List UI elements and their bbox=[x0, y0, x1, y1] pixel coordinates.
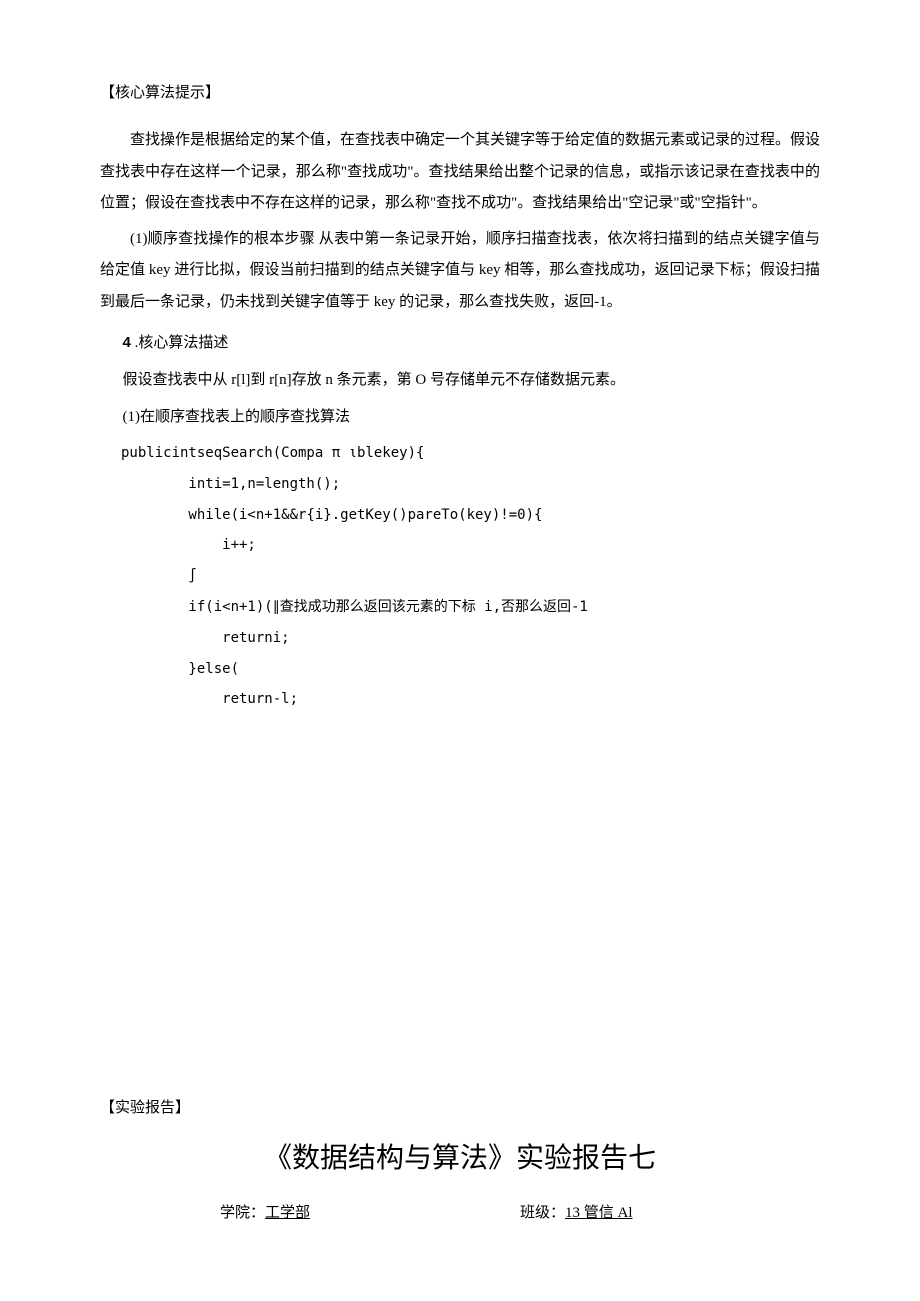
heading-number: 4 bbox=[123, 334, 131, 351]
assumption-text: 假设查找表中从 r[l]到 r[n]存放 n 条元素，第 O 号存储单元不存储数… bbox=[100, 364, 820, 397]
core-hint-heading: 【核心算法提示】 bbox=[100, 80, 820, 107]
code-line: returni; bbox=[121, 623, 820, 654]
code-line: if(i<n+1)(∥查找成功那么返回该元素的下标 i,否那么返回-1 bbox=[121, 592, 820, 623]
college-label: 学院： bbox=[220, 1200, 265, 1227]
report-title: 《数据结构与算法》实验报告七 bbox=[100, 1136, 820, 1176]
report-heading: 【实验报告】 bbox=[100, 1095, 820, 1122]
subitem-1: (1)在顺序查找表上的顺序查找算法 bbox=[100, 401, 820, 434]
paragraph-1: 查找操作是根据给定的某个值，在查找表中确定一个其关键字等于给定值的数据元素或记录… bbox=[100, 125, 820, 220]
code-line: ∫ bbox=[121, 561, 820, 592]
code-line: return-l; bbox=[121, 684, 820, 715]
core-algo-heading: 4 .核心算法描述 bbox=[100, 326, 820, 360]
code-block: publicintseqSearch(Compa π ιblekey){ int… bbox=[121, 438, 820, 715]
heading-text: .核心算法描述 bbox=[131, 335, 229, 351]
class-field: 班级：13 管信 Al bbox=[520, 1200, 633, 1227]
vertical-gap bbox=[100, 715, 820, 1095]
college-value: 工学部 bbox=[265, 1200, 310, 1227]
code-line: while(i<n+1&&r{i}.getKey()pareTo(key)!=0… bbox=[121, 500, 820, 531]
college-field: 学院：工学部 bbox=[220, 1200, 520, 1227]
info-row: 学院：工学部 班级：13 管信 Al bbox=[100, 1200, 820, 1227]
code-line: }else( bbox=[121, 654, 820, 685]
class-value: 13 管信 Al bbox=[565, 1200, 633, 1227]
paragraph-2: (1)顺序查找操作的根本步骤 从表中第一条记录开始，顺序扫描查找表，依次将扫描到… bbox=[100, 224, 820, 319]
code-line: i++; bbox=[121, 530, 820, 561]
code-line: inti=1,n=length(); bbox=[121, 469, 820, 500]
code-line: publicintseqSearch(Compa π ιblekey){ bbox=[121, 438, 820, 469]
class-label: 班级： bbox=[520, 1200, 565, 1227]
